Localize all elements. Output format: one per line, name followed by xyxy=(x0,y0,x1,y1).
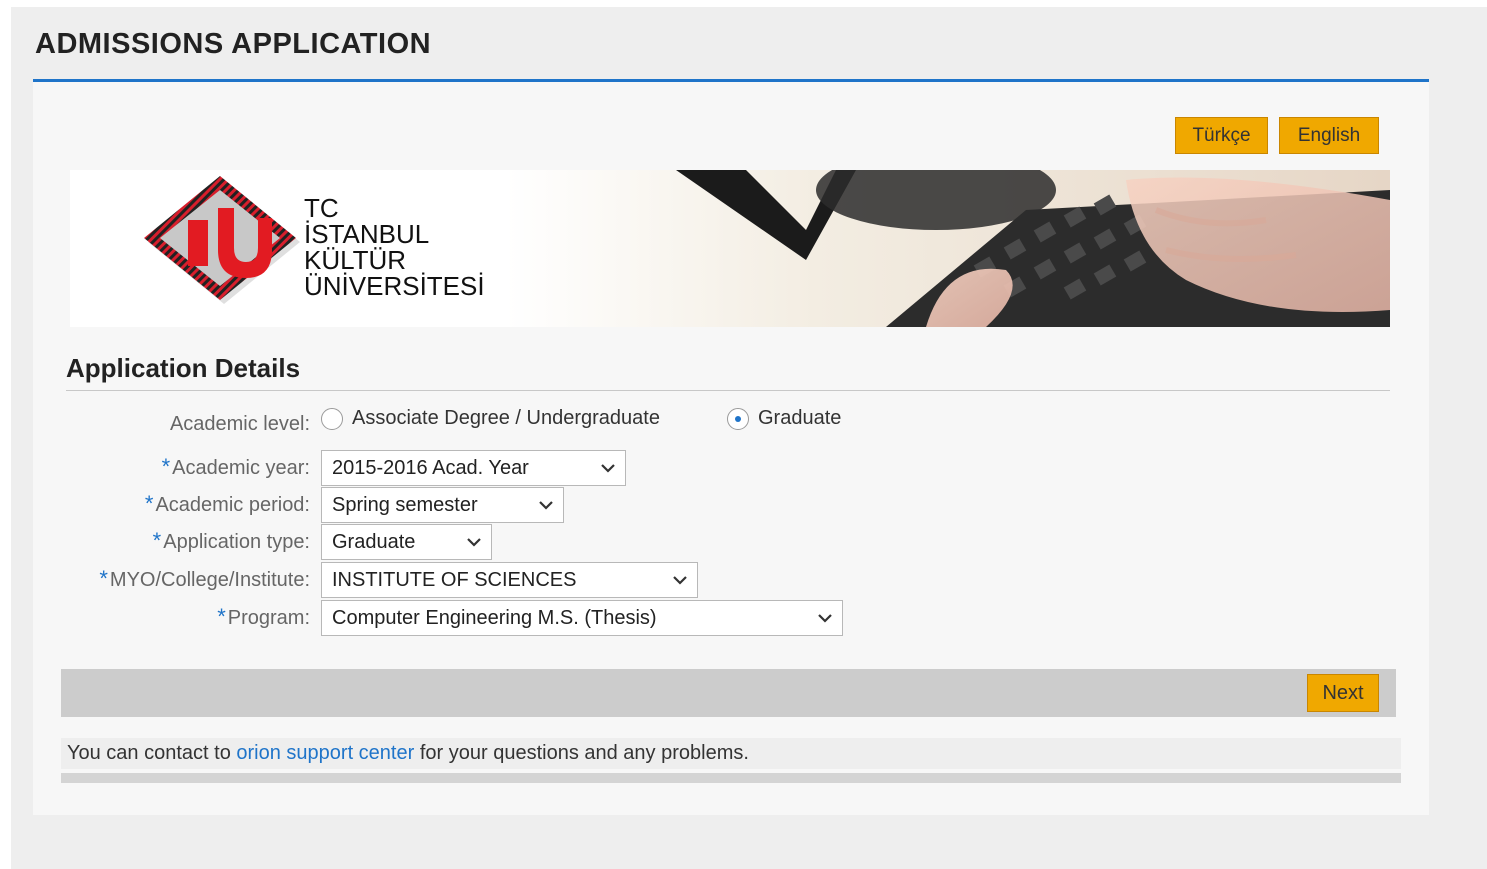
academic-year-label-text: Academic year: xyxy=(172,457,310,479)
application-type-value: Graduate xyxy=(332,531,416,553)
university-logo: TC İSTANBUL KÜLTÜR ÜNİVERSİTESİ xyxy=(70,170,510,327)
required-marker: * xyxy=(144,491,154,516)
university-emblem-icon xyxy=(144,176,300,304)
program-value: Computer Engineering M.S. (Thesis) xyxy=(332,607,657,629)
academic-period-label: * Academic period: xyxy=(145,491,310,517)
chevron-down-icon xyxy=(467,538,481,547)
required-marker: * xyxy=(152,528,162,553)
keyboard-photo xyxy=(506,170,1390,327)
academic-level-label: Academic level: xyxy=(169,413,310,435)
logo-line: İSTANBUL xyxy=(304,219,430,249)
radio-graduate[interactable] xyxy=(727,408,749,430)
next-button[interactable]: Next xyxy=(1307,674,1379,712)
radio-undergraduate-label[interactable]: Associate Degree / Undergraduate xyxy=(352,407,660,430)
logo-line: TC xyxy=(304,193,339,223)
institute-select[interactable]: INSTITUTE OF SCIENCES xyxy=(321,562,698,598)
contact-prefix: You can contact to xyxy=(67,742,231,764)
chevron-down-icon xyxy=(601,464,615,473)
language-english-button[interactable]: English xyxy=(1279,117,1379,154)
university-banner: TC İSTANBUL KÜLTÜR ÜNİVERSİTESİ xyxy=(70,170,1390,327)
bottom-divider xyxy=(61,773,1401,783)
institute-label: * MYO/College/Institute: xyxy=(99,566,310,592)
contact-notice: You can contact to orion support center … xyxy=(61,738,1401,769)
academic-period-select[interactable]: Spring semester xyxy=(321,487,564,523)
page-title: ADMISSIONS APPLICATION xyxy=(35,28,432,60)
required-marker: * xyxy=(161,454,171,479)
radio-graduate-label[interactable]: Graduate xyxy=(758,407,841,430)
chevron-down-icon xyxy=(818,614,832,623)
application-type-label: * Application type: xyxy=(153,528,310,554)
university-name: TC İSTANBUL KÜLTÜR ÜNİVERSİTESİ xyxy=(304,195,485,299)
logo-line: KÜLTÜR xyxy=(304,245,407,275)
chevron-down-icon xyxy=(539,501,553,510)
academic-year-label: * Academic year: xyxy=(162,454,310,480)
application-type-select[interactable]: Graduate xyxy=(321,524,492,560)
radio-undergraduate[interactable] xyxy=(321,408,343,430)
action-bar xyxy=(61,669,1396,717)
program-select[interactable]: Computer Engineering M.S. (Thesis) xyxy=(321,600,843,636)
institute-label-text: MYO/College/Institute: xyxy=(109,569,310,591)
support-center-link[interactable]: orion support center xyxy=(236,742,414,764)
institute-value: INSTITUTE OF SCIENCES xyxy=(332,569,577,591)
chevron-down-icon xyxy=(673,576,687,585)
section-title: Application Details xyxy=(66,353,301,383)
academic-period-value: Spring semester xyxy=(332,494,478,516)
academic-year-select[interactable]: 2015-2016 Acad. Year xyxy=(321,450,626,486)
logo-line: ÜNİVERSİTESİ xyxy=(304,271,485,301)
academic-period-label-text: Academic period: xyxy=(155,494,310,516)
section-divider xyxy=(66,390,1390,391)
program-label-text: Program: xyxy=(227,607,310,629)
application-type-label-text: Application type: xyxy=(163,531,310,553)
required-marker: * xyxy=(99,566,108,591)
program-label: * Program: xyxy=(217,604,310,630)
contact-suffix: for your questions and any problems. xyxy=(419,742,749,764)
academic-year-value: 2015-2016 Acad. Year xyxy=(332,457,529,479)
required-marker: * xyxy=(217,604,226,629)
contact-text: You can contact to orion support center … xyxy=(67,742,749,765)
language-turkish-button[interactable]: Türkçe xyxy=(1175,117,1268,154)
